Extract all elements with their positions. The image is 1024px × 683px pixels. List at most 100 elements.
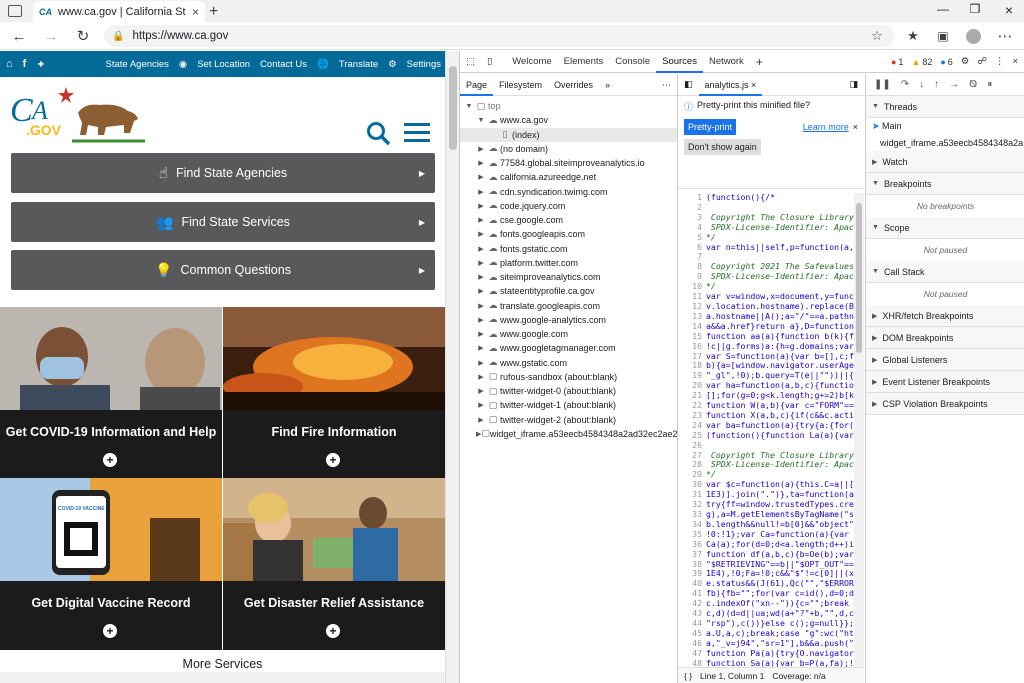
- settings-gear-icon[interactable]: ⚙: [961, 56, 970, 67]
- tab-actions-icon[interactable]: [8, 5, 22, 17]
- close-window-icon[interactable]: ×: [994, 2, 1024, 18]
- collapsed-arrow-icon[interactable]: ▶: [476, 188, 486, 196]
- more-options-icon[interactable]: ⋮: [995, 56, 1005, 67]
- link-translate[interactable]: Translate: [339, 59, 378, 70]
- hamburger-menu-icon[interactable]: [404, 121, 430, 148]
- collapsed-arrow-icon[interactable]: ▶: [476, 373, 486, 381]
- learn-more-link[interactable]: Learn more: [803, 122, 849, 132]
- expanded-arrow-icon[interactable]: ▼: [464, 103, 474, 110]
- toggle-debugger-icon[interactable]: ◨: [849, 79, 864, 90]
- tree-item[interactable]: ▶ ☁ fonts.googleapis.com: [460, 227, 677, 241]
- collections-icon[interactable]: ▣: [932, 25, 954, 47]
- tree-item[interactable]: ▶ ☁ www.google-analytics.com: [460, 313, 677, 327]
- collapsed-arrow-icon[interactable]: ▶: [476, 145, 486, 153]
- plus-icon[interactable]: +: [326, 453, 340, 467]
- tree-item[interactable]: ▶ ☁ cse.google.com: [460, 213, 677, 227]
- gear-icon[interactable]: ⚙: [388, 59, 397, 70]
- lock-icon[interactable]: 🔒: [112, 31, 124, 42]
- step-icon[interactable]: →: [949, 79, 959, 90]
- nav-find-state-agencies[interactable]: ☝ Find State Agencies ▶: [11, 153, 435, 193]
- code-scrollbar-thumb[interactable]: [856, 203, 862, 353]
- code-scrollbar[interactable]: [854, 193, 864, 673]
- step-over-icon[interactable]: ↷: [901, 79, 909, 90]
- tree-item[interactable]: ▶ ☁ www.googletagmanager.com: [460, 341, 677, 355]
- collapsed-arrow-icon[interactable]: ▶: [476, 273, 486, 281]
- step-out-icon[interactable]: ↑: [934, 79, 939, 90]
- facebook-icon[interactable]: f: [23, 58, 27, 71]
- section-event-listener-breakpoints[interactable]: ▶ Event Listener Breakpoints: [866, 371, 1024, 393]
- collapsed-arrow-icon[interactable]: ▶: [476, 344, 486, 352]
- tree-item[interactable]: ▶ ☁ www.gstatic.com: [460, 356, 677, 370]
- line-number[interactable]: 16: [678, 341, 706, 352]
- navigator-menu-icon[interactable]: ⋯: [656, 74, 677, 96]
- pause-icon[interactable]: ❚❚: [874, 79, 891, 90]
- tab-elements[interactable]: Elements: [558, 51, 610, 73]
- collapsed-arrow-icon[interactable]: ▶: [476, 216, 486, 224]
- nav-common-questions[interactable]: 💡 Common Questions ▶: [11, 250, 435, 290]
- collapsed-arrow-icon[interactable]: ▶: [476, 401, 486, 409]
- editor-tab-file[interactable]: analytics.js ×: [698, 74, 763, 96]
- section-dom-breakpoints[interactable]: ▶ DOM Breakpoints: [866, 327, 1024, 349]
- tree-item[interactable]: ▶ ☁ stateentityprofile.ca.gov: [460, 284, 677, 298]
- link-state-agencies[interactable]: State Agencies: [106, 59, 169, 70]
- section-watch[interactable]: ▶ Watch: [866, 151, 1024, 173]
- tab-console[interactable]: Console: [609, 51, 656, 73]
- plus-icon[interactable]: +: [326, 624, 340, 638]
- deactivate-breakpoints-icon[interactable]: ⦰: [969, 79, 977, 90]
- tree-item[interactable]: ▶ ☁ cdn.syndication.twimg.com: [460, 185, 677, 199]
- info-count[interactable]: ● 6: [940, 57, 952, 67]
- close-infobar-icon[interactable]: ×: [853, 122, 858, 132]
- section-csp-violation-breakpoints[interactable]: ▶ CSP Violation Breakpoints: [866, 393, 1024, 415]
- profile-avatar[interactable]: [962, 25, 984, 47]
- nav-tab-filesystem[interactable]: Filesystem: [493, 74, 548, 96]
- tab-network[interactable]: Network: [703, 51, 750, 73]
- forward-icon[interactable]: →: [40, 25, 62, 47]
- tree-item[interactable]: ▶ ▢ twitter-widget-2 (about:blank): [460, 413, 677, 427]
- tile-covid[interactable]: Get COVID-19 Information and Help +: [0, 307, 222, 479]
- plus-icon[interactable]: +: [103, 624, 117, 638]
- collapsed-arrow-icon[interactable]: ▶: [476, 416, 486, 424]
- home-icon[interactable]: ⌂: [6, 58, 13, 71]
- pause-on-exceptions-icon[interactable]: ⏸: [987, 79, 992, 90]
- tile-fire[interactable]: Find Fire Information +: [223, 307, 445, 479]
- ca-gov-logo[interactable]: C A .GOV: [10, 85, 150, 145]
- location-icon[interactable]: ◉: [179, 59, 187, 70]
- collapsed-arrow-icon[interactable]: ▶: [476, 259, 486, 267]
- scrollbar-thumb[interactable]: [449, 66, 457, 150]
- link-contact-us[interactable]: Contact Us: [260, 59, 307, 70]
- page-horizontal-scrollbar[interactable]: [0, 672, 445, 683]
- page-scrollbar[interactable]: [445, 51, 459, 683]
- close-file-icon[interactable]: ×: [751, 80, 756, 90]
- more-tools-icon[interactable]: +: [750, 51, 769, 73]
- section-call-stack[interactable]: ▼ Call Stack: [866, 261, 1024, 283]
- warning-count[interactable]: ▲ 82: [911, 57, 932, 67]
- nav-find-state-services[interactable]: 👥 Find State Services ▶: [11, 202, 435, 242]
- tree-item[interactable]: ▶ ☁ california.azureedge.net: [460, 170, 677, 184]
- tab-welcome[interactable]: Welcome: [498, 51, 557, 73]
- collapsed-arrow-icon[interactable]: ▶: [476, 302, 486, 310]
- nav-tab-page[interactable]: Page: [460, 74, 494, 96]
- thread-main[interactable]: ➤ Main: [866, 118, 1024, 135]
- back-icon[interactable]: ←: [8, 25, 30, 47]
- minimize-icon[interactable]: —: [928, 2, 958, 16]
- format-braces-icon[interactable]: { }: [684, 671, 692, 681]
- more-services-link[interactable]: More Services: [0, 657, 445, 671]
- close-devtools-icon[interactable]: ×: [1012, 56, 1018, 67]
- search-icon[interactable]: [366, 121, 392, 150]
- url-text[interactable]: https://www.ca.gov: [132, 30, 228, 42]
- collapsed-arrow-icon[interactable]: ▶: [476, 387, 486, 395]
- section-global-listeners[interactable]: ▶ Global Listeners: [866, 349, 1024, 371]
- browser-tab[interactable]: CA www.ca.gov | California State Po... ×: [33, 1, 205, 23]
- pretty-print-button[interactable]: Pretty-print: [684, 119, 737, 135]
- section-threads[interactable]: ▼ Threads: [866, 96, 1024, 118]
- refresh-icon[interactable]: ↻: [72, 25, 94, 47]
- collapsed-arrow-icon[interactable]: ▶: [476, 230, 486, 238]
- dont-show-again-button[interactable]: Don't show again: [684, 139, 761, 155]
- twitter-icon[interactable]: ✦: [36, 58, 45, 71]
- device-toolbar-icon[interactable]: ▯: [481, 51, 498, 73]
- tile-disaster[interactable]: Get Disaster Relief Assistance +: [223, 478, 445, 650]
- collapsed-arrow-icon[interactable]: ▶: [476, 159, 486, 167]
- expanded-arrow-icon[interactable]: ▼: [476, 117, 486, 124]
- error-count[interactable]: ● 1: [891, 57, 903, 67]
- tab-sources[interactable]: Sources: [656, 51, 703, 73]
